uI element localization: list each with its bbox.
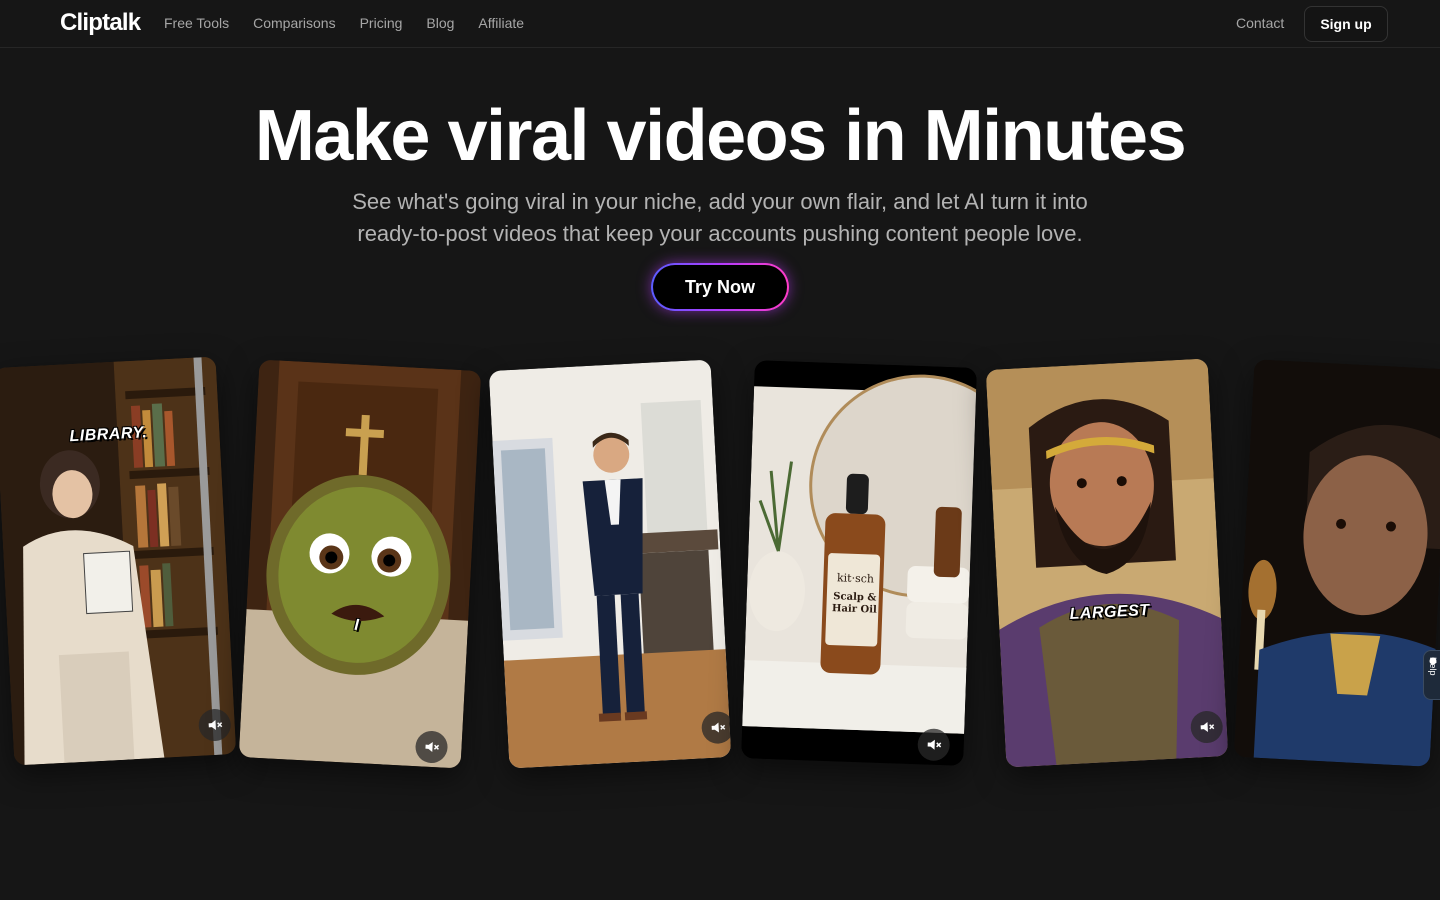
try-now-button-border: Try Now [651,263,789,311]
product-label-name: Scalp & Hair Oil [831,591,877,616]
presenter-room-image [488,359,732,769]
speaker-muted-icon [711,722,726,733]
video-card-product[interactable]: kit·sch Scalp & Hair Oil [741,360,977,766]
video-card-presenter[interactable] [488,359,732,769]
king-character-image [985,358,1229,768]
speaker-muted-icon [927,739,942,750]
help-tab[interactable]: Help [1423,650,1440,700]
speaker-muted-icon [1200,721,1215,732]
nav-link-blog[interactable]: Blog [426,15,454,31]
nav-link-comparisons[interactable]: Comparisons [253,15,335,31]
hero-subtitle: See what's going viral in your niche, ad… [352,189,1088,246]
nav-link-pricing[interactable]: Pricing [360,15,403,31]
hero-title: Make viral videos in Minutes [254,96,1187,176]
video-card-king[interactable]: LARGEST [985,358,1229,768]
video-card-officer[interactable] [1233,359,1440,767]
video-card-kiwi[interactable]: I [238,359,482,769]
help-label: Help [1428,657,1438,676]
speaker-muted-icon [425,742,440,753]
try-now-button[interactable]: Try Now [653,265,787,309]
speaker-muted-icon [208,719,223,730]
top-nav: Cliptalk Free Tools Comparisons Pricing … [0,0,1440,48]
library-scene-image [0,356,237,766]
kiwi-character-image [238,359,482,769]
nav-link-contact[interactable]: Contact [1236,15,1284,31]
hair-oil-product-image [741,360,977,766]
logo[interactable]: Cliptalk [60,9,141,37]
nav-links: Free Tools Comparisons Pricing Blog Affi… [164,15,524,31]
product-label-brand: kit·sch [836,571,875,586]
signup-button[interactable]: Sign up [1304,6,1388,42]
officer-portrait-image [1233,359,1440,767]
video-card-library[interactable]: LIBRARY. [0,356,237,766]
nav-link-free-tools[interactable]: Free Tools [164,15,229,31]
nav-link-affiliate[interactable]: Affiliate [478,15,524,31]
